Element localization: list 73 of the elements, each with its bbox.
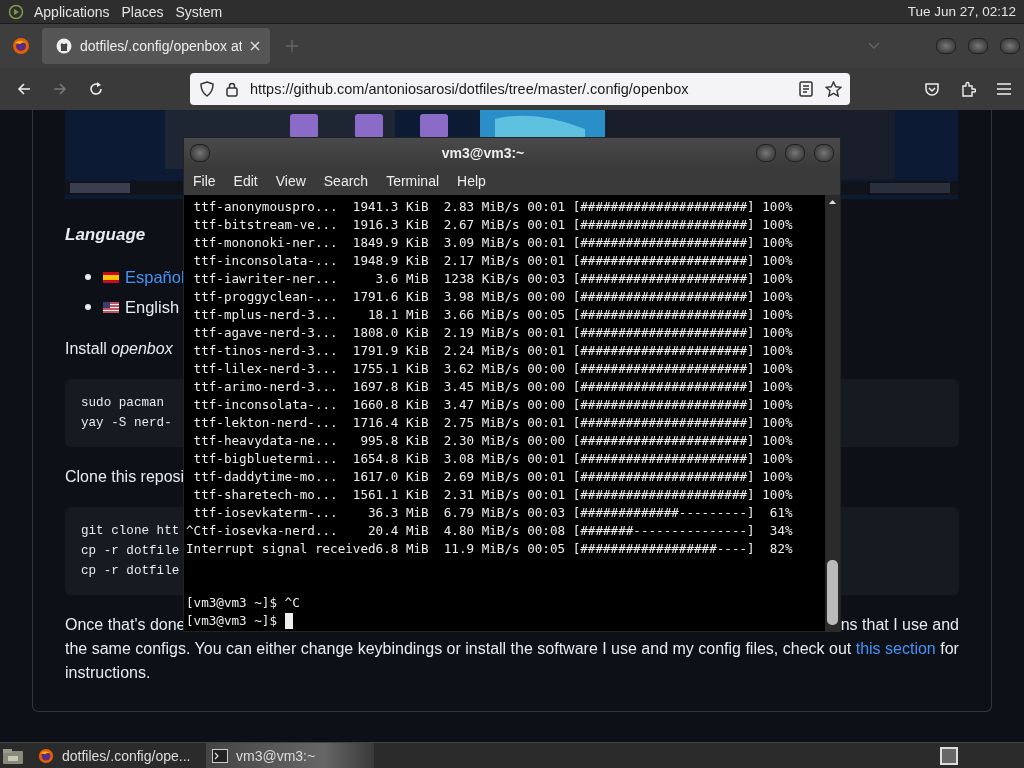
terminal-line: ttf-lekton-nerd-... 1716.4 KiB 2.75 MiB/s 00:01 [######################] 100% [192,414,794,432]
back-icon[interactable] [16,81,32,97]
reader-view-icon[interactable] [799,81,813,97]
terminal-line: ttf-proggyclean-... 1791.6 KiB 3.98 MiB/s 00:00 [######################] 100% [192,288,794,306]
window-control-button[interactable] [756,143,776,162]
taskbar-item[interactable]: dotfiles/.config/ope... [36,743,206,768]
taskbar-item[interactable]: vm3@vm3:~ [206,743,374,768]
terminal-line: ttf-inconsolata-... 1660.8 KiB 3.47 MiB/s 00:00 [######################] 100% [192,396,794,414]
terminal-line: ttf-iawriter-ner... 3.6 MiB 1238 KiB/s 00:03 [######################] 100% [192,270,794,288]
flag-icon [103,271,119,283]
terminal-line: ttf-lilex-nerd-3... 1755.1 KiB 3.62 MiB/s 00:00 [######################] 100% [192,360,794,378]
star-icon[interactable] [825,81,842,97]
menu-item[interactable]: Help [457,173,486,189]
terminal-line: ^Ctf-iosevka-nerd... 20.4 MiB 4.80 MiB/s 00:08 [#######---------------] 34% [186,522,794,540]
terminal-icon [212,748,228,763]
terminal-line: Interrupt signal received6.8 MiB 11.9 MiB/s 00:05 [##################----] 82% [186,540,794,558]
terminal-line: ttf-iosevkaterm-... 36.3 MiB 6.79 MiB/s 00:03 [#############---------] 61% [192,504,794,522]
firefox-icon[interactable] [12,37,30,55]
section-heading: Language [65,224,146,246]
system-logo-icon[interactable] [8,3,24,20]
window-menu-button[interactable] [190,143,210,162]
clock[interactable]: Tue Jun 27, 02:12 [907,4,1016,19]
lock-icon[interactable] [226,81,238,97]
reload-icon[interactable] [88,81,104,97]
show-desktop-icon[interactable] [2,746,24,765]
terminal-line: ttf-sharetech-mo... 1561.1 KiB 2.31 MiB/s 00:01 [######################] 100% [192,486,794,504]
window-control-button[interactable] [1000,38,1020,54]
paragraph: Clone this reposi [65,467,185,487]
address-bar[interactable]: https://github.com/antoniosarosi/dotfiles/tree/master/.config/openbox [190,73,850,105]
window-title: vm3@vm3:~ [441,144,525,161]
close-icon[interactable] [250,41,260,51]
terminal-line: ttf-heavydata-ne... 995.8 KiB 2.30 MiB/s 00:00 [######################] 100% [192,432,794,450]
panel-menu[interactable]: System [175,3,223,20]
terminal-line: ttf-daddytime-mo... 1617.0 KiB 2.69 MiB/s 00:01 [######################] 100% [192,468,794,486]
pocket-icon[interactable] [924,81,940,97]
terminal-line: ttf-anonymouspro... 1941.3 KiB 2.83 MiB/s 00:01 [######################] 100% [192,198,794,216]
language-label: English [125,297,180,317]
shield-icon[interactable] [200,81,214,97]
menu-icon[interactable] [996,82,1012,96]
terminal-line: ttf-bitstream-ve... 1916.3 KiB 2.67 MiB/s 00:01 [######################] 100% [192,216,794,234]
terminal-line: ttf-mononoki-ner... 1849.9 KiB 3.09 MiB/s 00:01 [######################] 100% [192,234,794,252]
bullet-icon [85,274,91,280]
terminal-line: ttf-mplus-nerd-3... 18.1 MiB 3.66 MiB/s 00:05 [######################] 100% [192,306,794,324]
terminal-line: [vm3@vm3 ~]$ ^C [186,594,300,612]
browser-tab[interactable]: dotfiles/.config/openbox at [42,28,270,64]
forward-icon[interactable] [52,81,68,97]
terminal-line: ttf-arimo-nerd-3... 1697.8 KiB 3.45 MiB/s 00:00 [######################] 100% [192,378,794,396]
window-control-button[interactable] [968,38,988,54]
menu-item[interactable]: Search [323,173,369,189]
menu-item[interactable]: File [193,173,216,189]
terminal-line: ttf-bigbluetermi... 1654.8 KiB 3.08 MiB/s 00:01 [######################] 100% [192,450,794,468]
menu-item[interactable]: Terminal [386,173,440,189]
terminal-line: ttf-agave-nerd-3... 1808.0 KiB 2.19 MiB/s 00:01 [######################] 100% [192,324,794,342]
panel-menu[interactable]: Applications [34,3,110,20]
window-control-button[interactable] [936,38,956,54]
menu-item[interactable]: Edit [233,173,258,189]
bullet-icon [85,304,91,310]
terminal-line: ttf-inconsolata-... 1948.9 KiB 2.17 MiB/s 00:01 [######################] 100% [192,252,794,270]
paragraph: ns that I use and [840,615,959,635]
panel-menu[interactable]: Places [121,3,164,20]
window-control-button[interactable] [814,143,834,162]
paragraph: Install openbox [65,339,173,359]
section-link[interactable]: this section [855,640,936,657]
flag-icon [103,301,119,313]
terminal-line: ttf-tinos-nerd-3... 1791.9 KiB 2.24 MiB/s 00:01 [######################] 100% [192,342,794,360]
workspace-switcher[interactable] [940,746,958,765]
menu-item[interactable]: View [275,173,306,189]
scrollbar[interactable] [825,195,840,632]
terminal-line: [vm3@vm3 ~]$ [186,612,277,630]
window-control-button[interactable] [785,143,805,162]
extensions-icon[interactable] [960,81,976,97]
paragraph: the same configs. You can either change keybindings or install the software I use and my config files, check out this section for instructions. [65,639,959,683]
firefox-icon [38,747,54,764]
